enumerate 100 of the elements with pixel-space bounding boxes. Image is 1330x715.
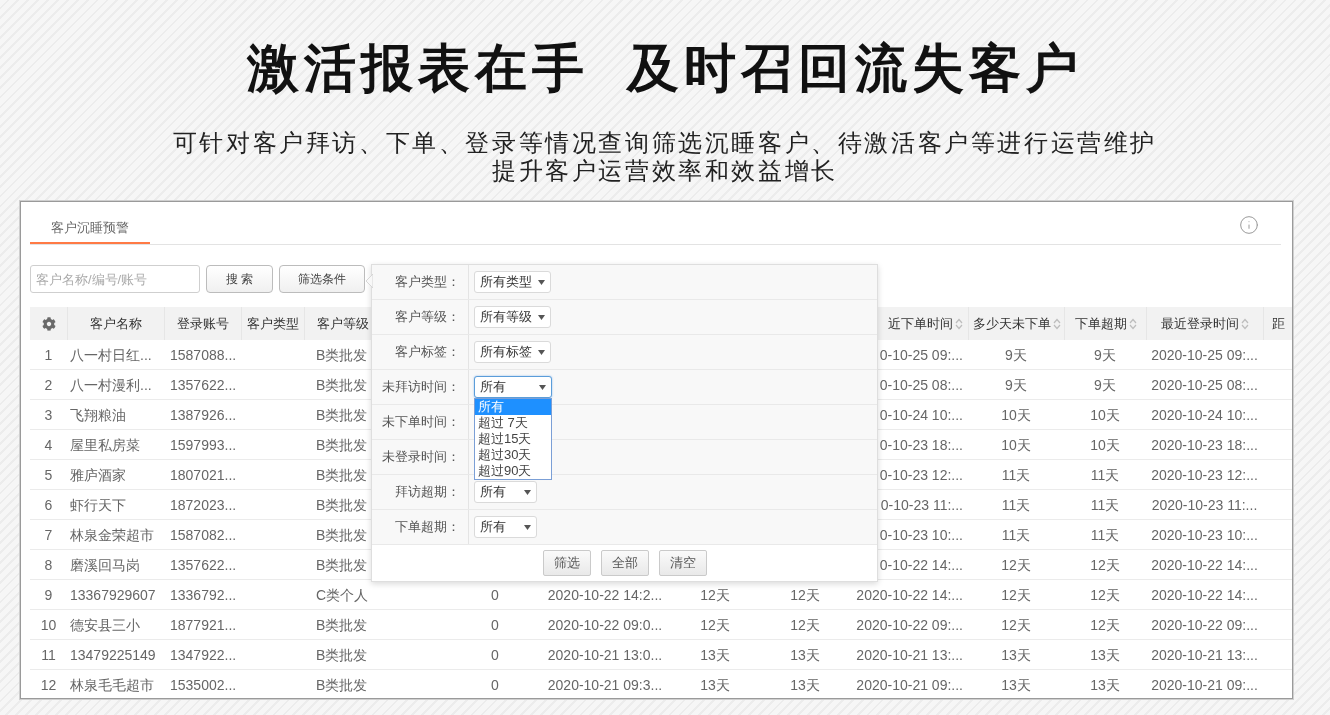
table-cell: B类批发 bbox=[316, 466, 368, 483]
table-cell: 磨溪回马岗 bbox=[70, 556, 140, 573]
tab[interactable]: 客户沉睡预警 bbox=[30, 214, 150, 244]
table-cell: 雅庐酒家 bbox=[70, 466, 126, 483]
caret-down-icon bbox=[524, 524, 531, 530]
row-number: 4 bbox=[44, 436, 53, 453]
table-cell: 13天 bbox=[790, 646, 820, 663]
info-icon[interactable] bbox=[1239, 215, 1259, 235]
table-cell: 1877921... bbox=[170, 616, 237, 633]
filter-action-button[interactable]: 全部 bbox=[600, 550, 649, 576]
caret-down-icon bbox=[538, 314, 545, 320]
table-cell: 13天 bbox=[700, 676, 730, 693]
filter-action-button[interactable]: 筛选 bbox=[542, 550, 591, 576]
table-cell: 0 bbox=[491, 586, 499, 603]
table-cell: 0-10-23 12:... bbox=[879, 466, 963, 483]
column-header: 近下单时间 bbox=[888, 315, 953, 332]
sort-icon[interactable] bbox=[1128, 317, 1137, 330]
table-cell: 12天 bbox=[1090, 556, 1120, 573]
search-field[interactable]: 客户名称/编号/账号 bbox=[30, 265, 200, 293]
column-header: 登录账号 bbox=[177, 315, 229, 332]
table-cell: 1357622... bbox=[170, 376, 237, 393]
caret-down-icon bbox=[538, 349, 545, 355]
table-cell: 12天 bbox=[700, 586, 730, 603]
column-header: 最近登录时间 bbox=[1161, 315, 1239, 332]
search-button[interactable]: 搜 索 bbox=[206, 265, 273, 293]
filter-label: 未登录时间： bbox=[372, 440, 469, 474]
filter-label: 拜访超期： bbox=[372, 475, 469, 509]
table-cell: 12天 bbox=[1001, 586, 1031, 603]
table-cell: B类批发 bbox=[316, 346, 368, 363]
table-cell: 2020-10-22 09:0... bbox=[547, 616, 663, 633]
row-number: 2 bbox=[44, 376, 53, 393]
table-cell: 0-10-23 10:... bbox=[879, 526, 963, 543]
row-number: 8 bbox=[44, 556, 53, 573]
row-number: 7 bbox=[44, 526, 53, 543]
table-cell: 12天 bbox=[790, 616, 820, 633]
column-header: 客户名称 bbox=[90, 315, 142, 332]
caret-down-icon bbox=[539, 384, 546, 390]
table-cell: B类批发 bbox=[316, 646, 368, 663]
table-cell: 0-10-24 10:... bbox=[879, 406, 963, 423]
dropdown-select[interactable]: 所有类型 bbox=[474, 271, 551, 293]
table-cell: 1336792... bbox=[170, 586, 237, 603]
dropdown-select[interactable]: 所有标签 bbox=[474, 341, 551, 363]
filter-action-button[interactable]: 清空 bbox=[658, 550, 707, 576]
column-header: 距 bbox=[1271, 315, 1285, 332]
table-cell: 0 bbox=[491, 646, 499, 663]
table-cell: 2020-10-21 13:... bbox=[856, 646, 963, 663]
dropdown-select[interactable]: 所有等级 bbox=[474, 306, 551, 328]
table-cell: 0-10-22 14:... bbox=[879, 556, 963, 573]
table-cell: 0-10-23 11:... bbox=[880, 496, 963, 513]
table-cell: 12天 bbox=[700, 616, 730, 633]
table-cell: 德安县三小 bbox=[70, 616, 140, 633]
table-cell: 八一村漫利... bbox=[70, 376, 152, 393]
table-cell: 林泉毛毛超市 bbox=[70, 676, 154, 693]
table-cell: 1387926... bbox=[170, 406, 237, 423]
table-cell: 2020-10-22 09:... bbox=[856, 616, 963, 633]
table-cell: 屋里私房菜 bbox=[70, 436, 140, 453]
table-cell: 八一村日红... bbox=[70, 346, 152, 363]
column-header: 客户类型 bbox=[247, 315, 299, 332]
row-number: 1 bbox=[44, 346, 53, 363]
dropdown-select[interactable]: 所有 bbox=[474, 376, 552, 398]
table-cell: B类批发 bbox=[316, 676, 368, 693]
table-cell: 11天 bbox=[1001, 496, 1031, 513]
filter-conditions-button[interactable]: 筛选条件 bbox=[279, 265, 365, 293]
sort-icon[interactable] bbox=[1241, 317, 1249, 330]
table-cell: 1587082... bbox=[170, 526, 237, 543]
table-cell: 1347922... bbox=[170, 646, 237, 663]
table-cell: 2020-10-24 10:... bbox=[1151, 406, 1258, 423]
table-cell: B类批发 bbox=[316, 376, 368, 393]
table-cell: 11天 bbox=[1001, 526, 1031, 543]
table-cell: 飞翔粮油 bbox=[70, 406, 126, 423]
table-cell: 10天 bbox=[1001, 406, 1031, 423]
table-cell: 2020-10-21 09:3... bbox=[547, 676, 663, 693]
dropdown-select[interactable]: 所有 bbox=[474, 481, 537, 503]
row-number: 12 bbox=[40, 676, 57, 693]
settings-icon[interactable] bbox=[41, 316, 56, 331]
row-number: 6 bbox=[44, 496, 53, 513]
table-cell: 0 bbox=[491, 676, 499, 693]
table-cell: 1357622... bbox=[170, 556, 237, 573]
table-cell: 2020-10-23 11:... bbox=[1151, 496, 1258, 513]
sort-icon[interactable] bbox=[1052, 317, 1061, 330]
table-cell: 虾行天下 bbox=[70, 496, 126, 513]
table-cell: 2020-10-25 08:... bbox=[1151, 376, 1258, 393]
table-cell: 10天 bbox=[1090, 436, 1120, 453]
headline: 激活报表在手 及时召回流失客户 bbox=[246, 38, 1084, 98]
table-cell: 9天 bbox=[1094, 346, 1116, 363]
table-cell: 2020-10-21 09:... bbox=[856, 676, 963, 693]
table-cell: 11天 bbox=[1001, 466, 1031, 483]
table-cell: 2020-10-23 18:... bbox=[1151, 436, 1258, 453]
table-cell: 12天 bbox=[1001, 556, 1031, 573]
table-cell: 2020-10-22 14:... bbox=[1151, 586, 1258, 603]
table-cell: 13479225149 bbox=[70, 646, 156, 663]
table-cell: B类批发 bbox=[316, 436, 368, 453]
filter-label: 下单超期： bbox=[372, 510, 469, 544]
dropdown-select[interactable]: 所有 bbox=[474, 516, 537, 538]
table-cell: 11天 bbox=[1090, 496, 1120, 513]
row-number: 5 bbox=[44, 466, 53, 483]
table-cell: 10天 bbox=[1090, 406, 1120, 423]
sort-icon[interactable] bbox=[955, 317, 963, 330]
table-cell: 13天 bbox=[1001, 676, 1031, 693]
table-cell: 9天 bbox=[1094, 376, 1116, 393]
